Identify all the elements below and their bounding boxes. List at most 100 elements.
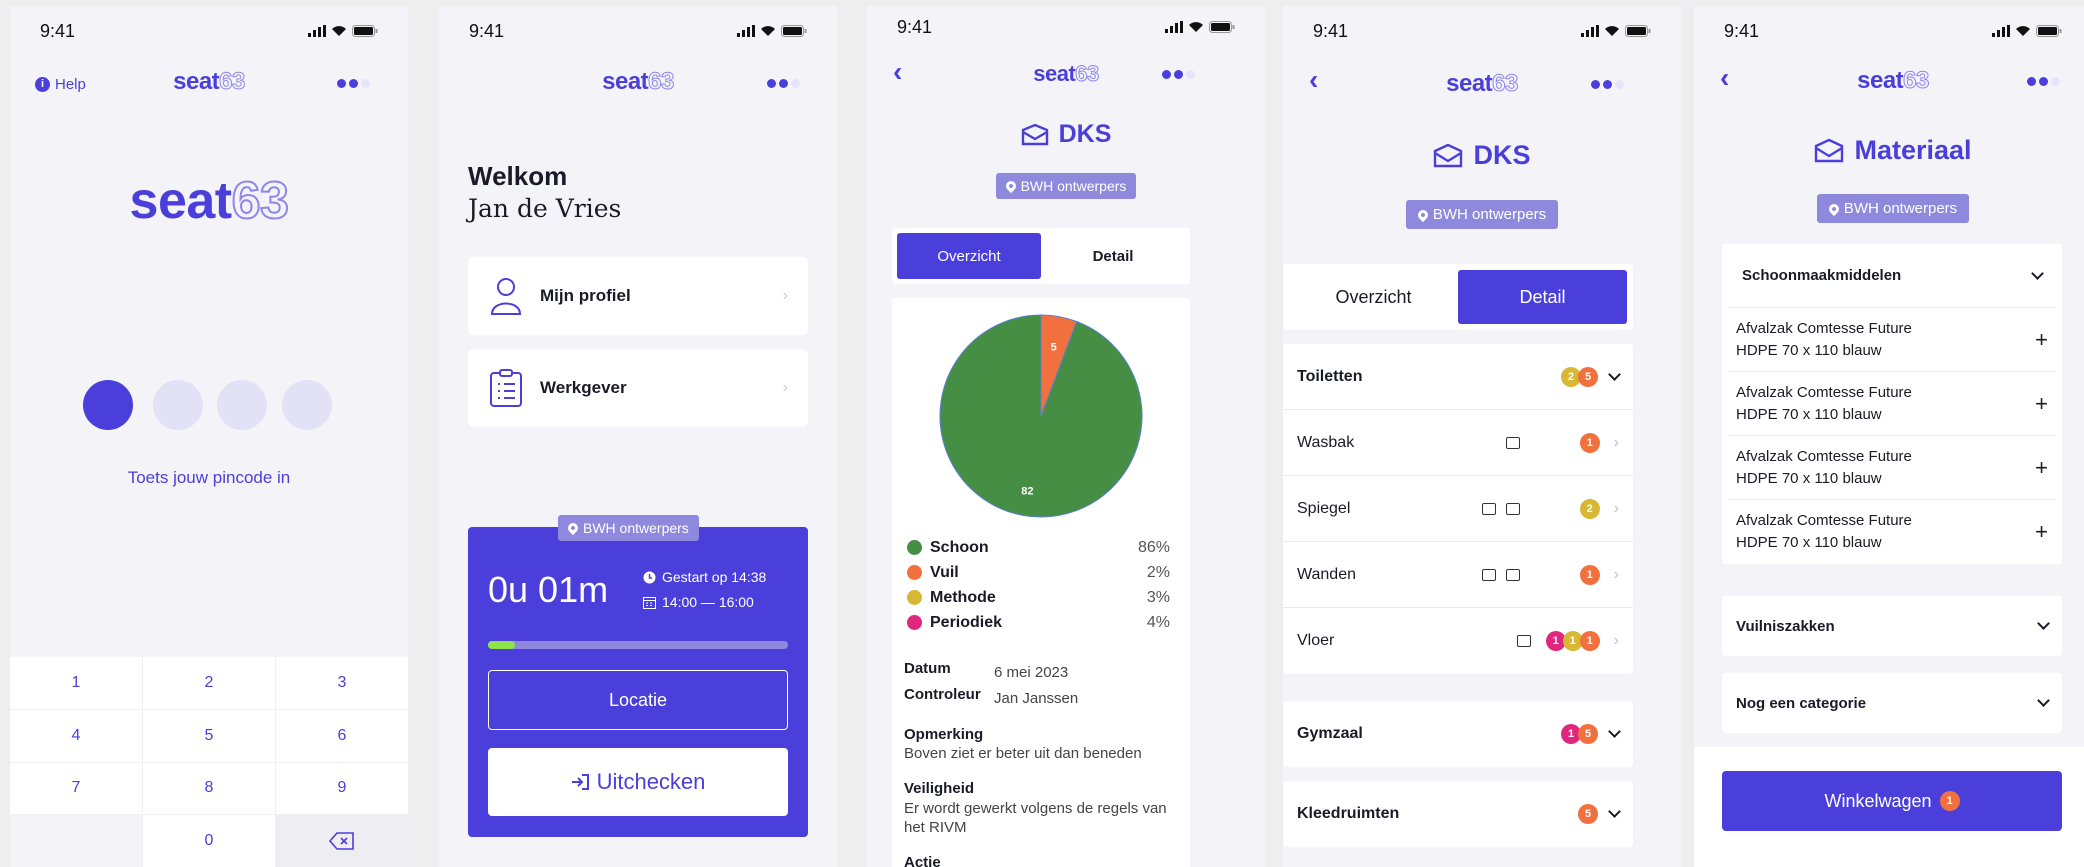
pin-prompt: Toets jouw pincode in <box>127 468 291 487</box>
envelope-icon <box>1434 143 1463 167</box>
page-dots <box>1162 70 1195 79</box>
cart-count-badge: 1 <box>1939 791 1960 811</box>
status-icons <box>1992 25 2062 37</box>
list-item-wasbak[interactable]: Wasbak 1 › <box>1283 410 1633 476</box>
key-5[interactable]: 5 <box>143 709 275 762</box>
add-button[interactable]: + <box>2035 328 2048 351</box>
location-button[interactable]: Locatie <box>488 670 788 730</box>
battery-icon <box>781 25 807 37</box>
comment-icon <box>1505 568 1520 581</box>
signal-icon <box>737 25 755 37</box>
delete-key[interactable] <box>276 815 408 867</box>
controleur-label: Controleur <box>904 686 981 703</box>
backspace-icon <box>329 832 354 850</box>
key-4[interactable]: 4 <box>10 709 142 762</box>
legend-swatch <box>907 590 922 605</box>
signal-icon <box>308 25 326 37</box>
wifi-icon <box>2016 26 2030 36</box>
signal-icon <box>1992 25 2010 37</box>
chevron-down-icon <box>1608 805 1621 818</box>
tab-detail[interactable]: Detail <box>1041 233 1185 279</box>
user-name: Jan de Vries <box>468 194 622 223</box>
legend-swatch <box>907 615 922 630</box>
menu-profile[interactable]: Mijn profiel › <box>468 257 808 335</box>
key-8[interactable]: 8 <box>143 762 275 815</box>
page-title: DKS <box>867 120 1265 149</box>
category-schoonmaakmiddelen: Schoonmaakmiddelen Afvalzak Comtesse Fut… <box>1722 244 2062 564</box>
key-7[interactable]: 7 <box>10 762 142 815</box>
list-item-spiegel[interactable]: Spiegel 2 › <box>1283 476 1633 542</box>
cart-button[interactable]: Winkelwagen 1 <box>1722 771 2062 831</box>
key-blank <box>10 815 142 867</box>
pie-label-schoon: 82 <box>1021 486 1033 498</box>
tab-overview[interactable]: Overzicht <box>897 233 1041 279</box>
list-item-wanden[interactable]: Wanden 1 › <box>1283 542 1633 608</box>
pie-chart: 5 82 <box>939 314 1143 518</box>
page-dots <box>337 79 370 88</box>
key-1[interactable]: 1 <box>10 657 142 709</box>
product-item: Afvalzak Comtesse Future HDPE 70 x 110 bl… <box>1728 436 2056 500</box>
status-time: 9:41 <box>40 20 76 41</box>
tab-overview[interactable]: Overzicht <box>1289 270 1458 324</box>
clipboard-list-icon <box>490 369 522 407</box>
photos-icon <box>1481 502 1496 515</box>
list-item-vloer[interactable]: Vloer 111 › <box>1283 608 1633 674</box>
category-header[interactable]: Nog een categorie <box>1722 673 2062 733</box>
comment-icon <box>1505 436 1520 449</box>
legend-swatch <box>907 540 922 555</box>
category-other: Nog een categorie <box>1722 673 2062 733</box>
key-0[interactable]: 0 <box>143 815 275 867</box>
profile-icon <box>490 278 522 315</box>
shift-timer: 0u 01m <box>488 569 609 610</box>
key-2[interactable]: 2 <box>143 657 275 709</box>
add-button[interactable]: + <box>2035 521 2048 543</box>
status-icons <box>1165 21 1235 33</box>
status-time: 9:41 <box>897 16 933 37</box>
key-9[interactable]: 9 <box>276 762 408 815</box>
toiletten-group: Toiletten 25 Wasbak 1 › Spiegel 2 › Wand… <box>1283 344 1633 674</box>
keypad: 1 2 3 4 5 6 7 8 9 0 <box>10 657 408 867</box>
page-dots <box>1591 80 1624 89</box>
location-pin-icon <box>1003 178 1018 194</box>
location-pin-icon <box>565 520 581 536</box>
actie-label: Actie <box>904 854 941 867</box>
status-bar: 9:41 <box>40 20 378 42</box>
chevron-right-icon: › <box>782 287 788 304</box>
menu-employer[interactable]: Werkgever › <box>468 349 808 427</box>
hero-logo: seat63 <box>129 171 290 231</box>
controleur-value: Jan Janssen <box>994 690 1079 707</box>
chevron-right-icon: › <box>782 379 788 396</box>
location-pill: BWH ontwerpers <box>1816 194 1970 223</box>
chevron-down-icon <box>2037 694 2050 707</box>
tab-detail[interactable]: Detail <box>1458 270 1627 324</box>
nav-logo: seat63 <box>1857 67 1930 95</box>
category-header[interactable]: Vuilniszakken <box>1722 596 2062 656</box>
comment-icon <box>1516 635 1531 647</box>
legend-swatch <box>907 565 922 580</box>
add-button[interactable]: + <box>2035 456 2048 479</box>
page-dots <box>767 79 800 88</box>
legend-schoon: Schoon 86% <box>907 535 1170 560</box>
add-button[interactable]: + <box>2035 392 2048 415</box>
group-header-kleedruimten[interactable]: Kleedruimten 5 <box>1283 781 1633 847</box>
pin-dot-3 <box>217 380 267 430</box>
status-bar: 9:41 <box>469 20 807 42</box>
legend-methode: Methode 3% <box>907 585 1170 610</box>
chevron-down-icon <box>1608 367 1621 381</box>
photos-icon <box>1481 568 1496 581</box>
key-3[interactable]: 3 <box>276 657 408 709</box>
group-header-gymzaal[interactable]: Gymzaal 15 <box>1283 701 1633 767</box>
group-header-toiletten[interactable]: Toiletten 25 <box>1283 344 1633 410</box>
veiligheid-value: Er wordt gewerkt volgens de regels van h… <box>904 800 1167 836</box>
key-6[interactable]: 6 <box>276 709 408 762</box>
chevron-right-icon: › <box>1613 565 1619 583</box>
veiligheid-label: Veiligheid <box>904 780 975 797</box>
category-header[interactable]: Schoonmaakmiddelen <box>1728 244 2056 308</box>
pin-dot-2 <box>153 380 203 430</box>
opmerking-value: Boven ziet er beter uit dan beneden <box>904 745 1142 762</box>
shift-window: 14:00 — 16:00 <box>643 594 754 610</box>
detail-screen: 9:41 ‹ seat63 DKS BWH ontwerpers Overzic… <box>1283 6 1681 867</box>
checkout-button[interactable]: Uitchecken <box>488 748 788 816</box>
datum-value: 6 mei 2023 <box>994 664 1069 681</box>
envelope-icon <box>1021 123 1048 145</box>
